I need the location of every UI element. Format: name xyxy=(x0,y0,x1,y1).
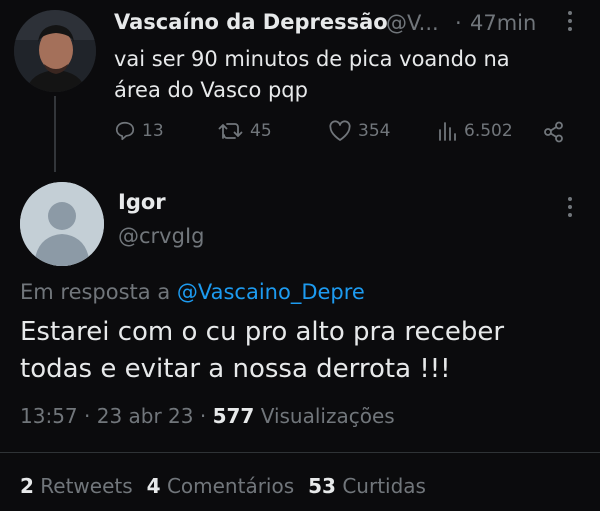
more-options-icon[interactable] xyxy=(562,10,578,32)
tweet-text: Estarei com o cu pro alto pra receber to… xyxy=(20,314,590,388)
display-name[interactable]: Igor xyxy=(118,190,166,214)
comments-count: 4 xyxy=(146,474,161,498)
tweet-metadata: 13:57 · 23 abr 23 · 577 Visualizações xyxy=(20,404,395,428)
tweet-text-line: todas e evitar a nossa derrota !!! xyxy=(20,354,451,384)
user-photo xyxy=(14,10,96,92)
display-name[interactable]: Vascaíno da Depressão xyxy=(114,10,388,34)
likes-count: 53 xyxy=(308,474,336,498)
views-count: 577 xyxy=(212,404,255,428)
views-button[interactable]: 6.502 xyxy=(436,120,513,142)
retweet-icon xyxy=(218,123,243,139)
separator-dot: · xyxy=(455,11,462,35)
more-options-icon[interactable] xyxy=(562,196,578,218)
reply-context: Em resposta a @Vascaino_Depre xyxy=(20,280,365,304)
comments-stat[interactable]: 4 Comentários xyxy=(147,474,294,498)
avatar[interactable] xyxy=(14,10,96,92)
mention-link[interactable]: @Vascaino_Depre xyxy=(177,280,365,304)
reply-icon xyxy=(115,121,135,141)
tweet-time[interactable]: 13:57 xyxy=(20,404,78,428)
divider xyxy=(0,452,600,453)
default-avatar-icon xyxy=(20,182,104,266)
separator-dot: · xyxy=(84,404,91,428)
reply-button[interactable]: 13 xyxy=(114,120,164,142)
separator-dot: · xyxy=(199,404,207,428)
tweet-date[interactable]: 23 abr 23 xyxy=(97,404,194,428)
like-button[interactable]: 354 xyxy=(328,120,390,142)
views-label: Visualizações xyxy=(260,404,395,428)
tweet-text: vai ser 90 minutos de pica voando na áre… xyxy=(114,44,584,106)
retweet-count: 45 xyxy=(250,121,272,141)
reply-count: 13 xyxy=(142,121,164,141)
default-avatar[interactable] xyxy=(20,182,104,266)
engagement-stats: 2 Retweets 4 Comentários 53 Curtidas xyxy=(20,474,426,498)
retweets-stat[interactable]: 2 Retweets xyxy=(20,474,133,498)
share-icon xyxy=(544,121,563,143)
user-handle[interactable]: @crvgIg xyxy=(118,224,204,248)
retweets-label: Retweets xyxy=(40,474,133,498)
likes-label: Curtidas xyxy=(342,474,426,498)
share-button[interactable] xyxy=(542,120,572,144)
tweet-text-line: área do Vasco pqp xyxy=(114,78,308,102)
retweets-count: 2 xyxy=(20,474,34,498)
retweet-button[interactable]: 45 xyxy=(218,120,272,142)
like-count: 354 xyxy=(358,121,391,141)
heart-icon xyxy=(329,120,351,141)
user-handle[interactable]: @V... xyxy=(386,11,439,35)
tweet-text-line: vai ser 90 minutos de pica voando na xyxy=(114,47,510,71)
likes-stat[interactable]: 53 Curtidas xyxy=(308,474,426,498)
views-count: 6.502 xyxy=(464,121,513,141)
tweet-text-line: Estarei com o cu pro alto pra receber xyxy=(20,317,505,347)
tweet-time[interactable]: 47min xyxy=(470,11,536,35)
thread-line xyxy=(54,96,56,172)
comments-label: Comentários xyxy=(166,474,295,498)
views-chart-icon xyxy=(439,122,456,141)
reply-prefix: Em resposta a xyxy=(20,280,171,304)
